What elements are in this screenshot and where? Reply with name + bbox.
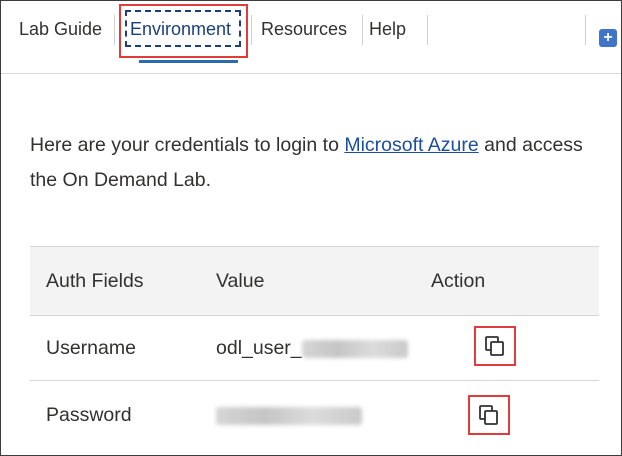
tab-divider bbox=[251, 15, 252, 45]
header-auth-fields: Auth Fields bbox=[46, 270, 144, 292]
header-action: Action bbox=[431, 270, 486, 292]
table-header-row: Auth Fields Value Action bbox=[30, 247, 599, 316]
table-row-password: Password bbox=[30, 381, 599, 446]
tab-bar: Lab Guide Environment Resources Help + bbox=[1, 1, 621, 74]
active-tab-indicator bbox=[139, 60, 238, 63]
intro-text-before: Here are your credentials to login to bbox=[30, 134, 345, 156]
username-visible-text: odl_user_ bbox=[216, 337, 302, 359]
table-row-username: Username odl_user_ bbox=[30, 316, 599, 381]
password-value bbox=[216, 403, 362, 427]
header-value: Value bbox=[216, 270, 265, 292]
copy-icon bbox=[485, 336, 504, 356]
tab-divider bbox=[362, 15, 363, 45]
tab-resources[interactable]: Resources bbox=[261, 17, 347, 41]
credentials-table: Auth Fields Value Action Username odl_us… bbox=[30, 246, 599, 446]
field-label-username: Username bbox=[46, 337, 136, 359]
credentials-intro: Here are your credentials to login to Mi… bbox=[30, 128, 600, 198]
tab-divider bbox=[585, 15, 586, 45]
copy-username-button[interactable] bbox=[474, 326, 516, 366]
field-label-password: Password bbox=[46, 404, 132, 426]
tab-environment[interactable]: Environment bbox=[130, 17, 231, 41]
copy-password-button[interactable] bbox=[468, 395, 510, 435]
tab-help[interactable]: Help bbox=[369, 17, 406, 41]
tab-lab-guide[interactable]: Lab Guide bbox=[19, 17, 102, 41]
obscured-value bbox=[301, 339, 408, 358]
tab-divider bbox=[427, 15, 428, 45]
tab-divider bbox=[114, 15, 115, 45]
copy-icon bbox=[479, 405, 498, 425]
username-value: odl_user_ bbox=[216, 336, 408, 360]
microsoft-azure-link[interactable]: Microsoft Azure bbox=[344, 134, 478, 156]
plus-square-icon[interactable]: + bbox=[599, 29, 617, 47]
obscured-value bbox=[216, 406, 362, 425]
